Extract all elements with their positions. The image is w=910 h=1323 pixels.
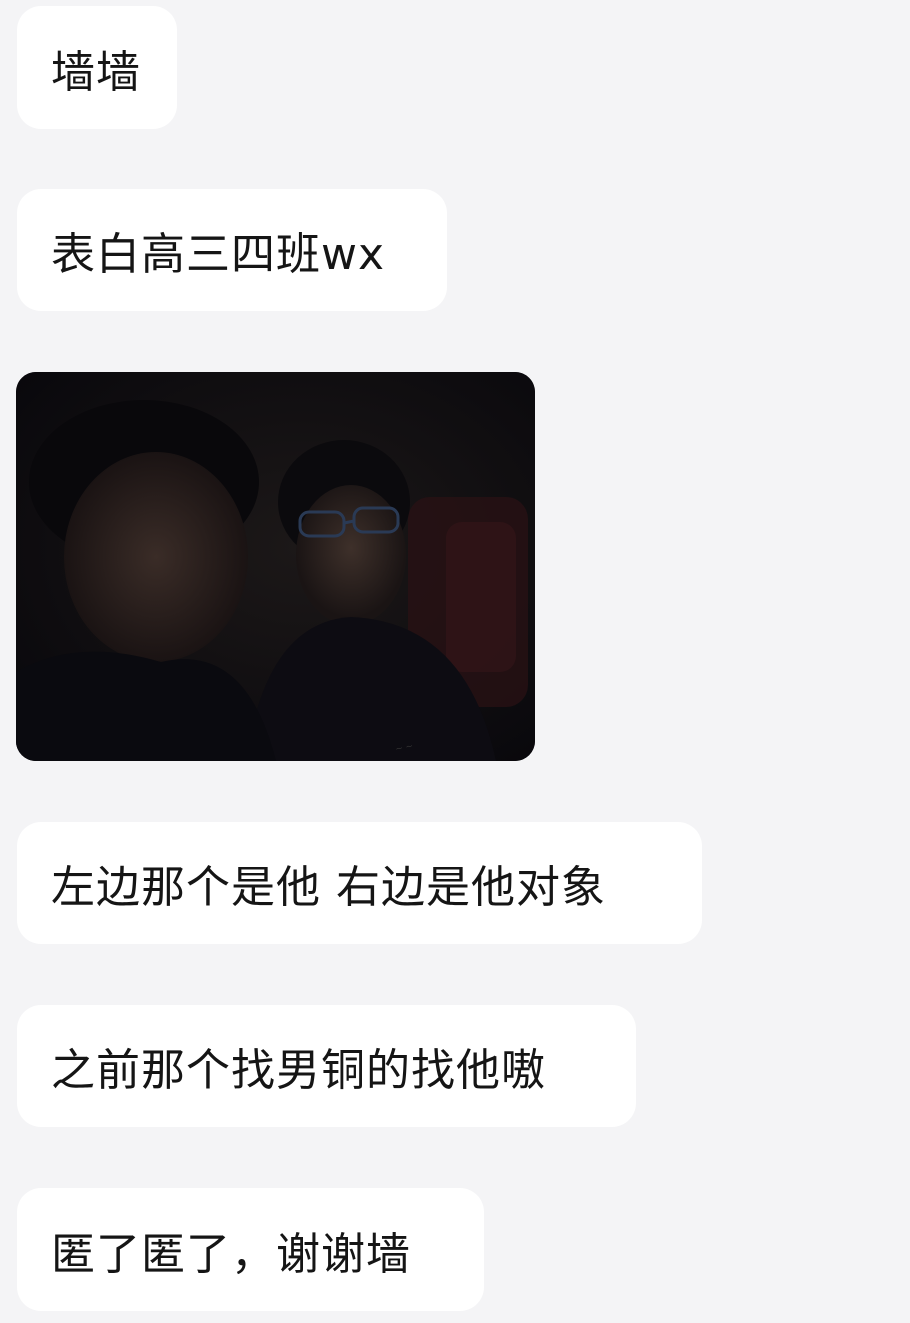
message-bubble[interactable]: 匿了匿了，谢谢墙 xyxy=(17,1188,484,1311)
message-bubble[interactable]: 之前那个找男铜的找他嗷 xyxy=(17,1005,636,1127)
message-bubble[interactable]: 墙墙 xyxy=(17,6,177,129)
message-text: 之前那个找男铜的找他嗷 xyxy=(51,1045,546,1096)
message-text: 表白高三四班wx xyxy=(51,229,386,280)
photo-message[interactable]: ~ ~ xyxy=(16,372,535,761)
message-text: 匿了匿了，谢谢墙 xyxy=(51,1228,411,1280)
message-bubble[interactable]: 表白高三四班wx xyxy=(17,189,447,311)
photo-thumbnail: ~ ~ xyxy=(16,372,535,761)
message-text: 左边那个是他 右边是他对象 xyxy=(51,862,606,913)
message-bubble[interactable]: 左边那个是他 右边是他对象 xyxy=(17,822,702,944)
message-text: 墙墙 xyxy=(51,46,141,98)
